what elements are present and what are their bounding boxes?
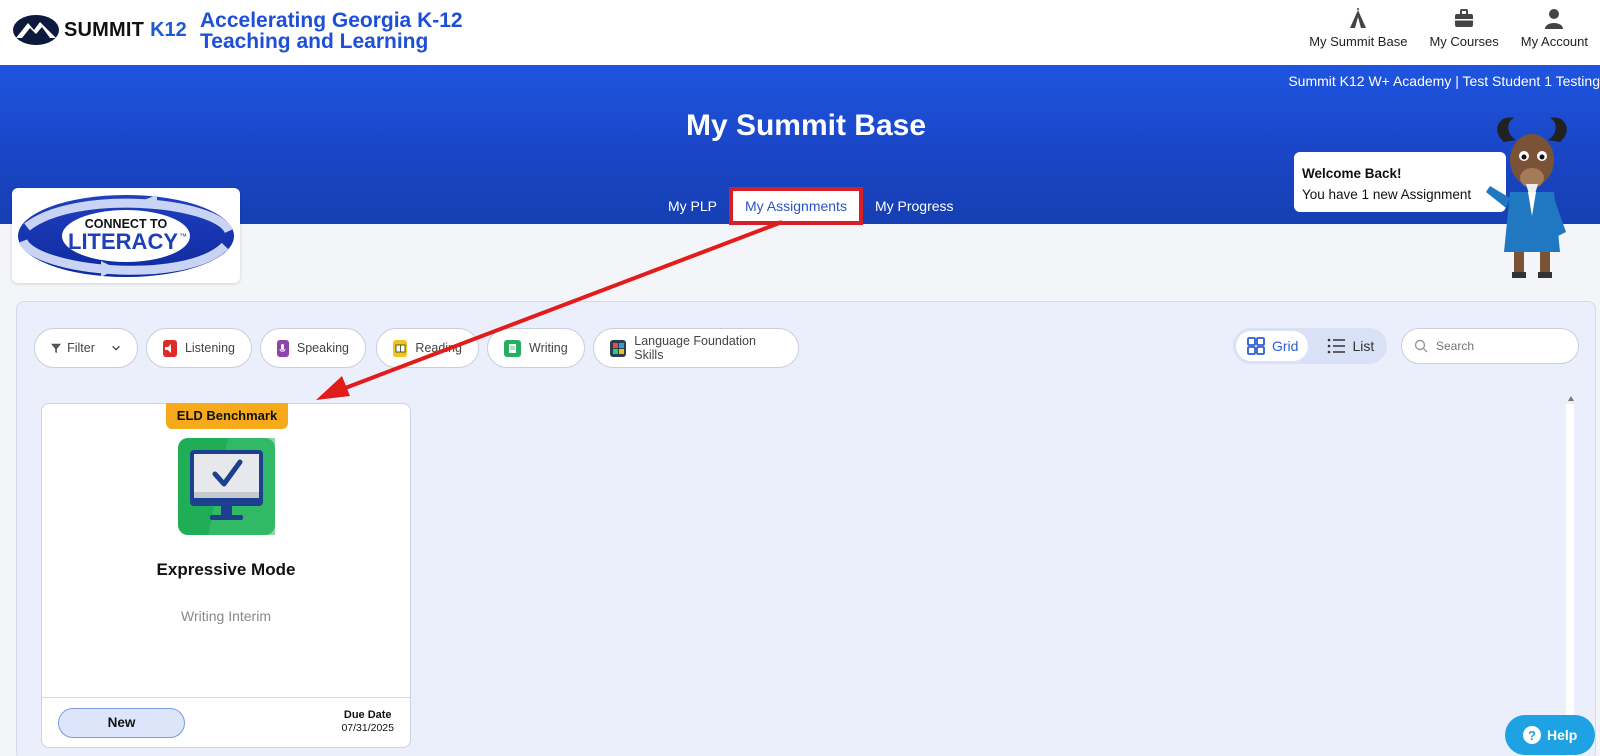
goat-mascot-icon	[1486, 117, 1567, 278]
help-label: Help	[1547, 727, 1578, 743]
user-school-info: Summit K12 W+ Academy | Test Student 1 T…	[1288, 73, 1600, 89]
briefcase-icon	[1455, 9, 1474, 27]
tab-my-assignments[interactable]: My Assignments	[729, 187, 863, 225]
nav-my-account[interactable]: My Account	[1521, 8, 1588, 49]
funnel-icon	[51, 343, 62, 354]
page-title: My Summit Base	[685, 109, 927, 142]
search-input[interactable]	[1436, 339, 1566, 353]
tab-my-progress[interactable]: My Progress	[867, 189, 962, 223]
logo-line-2: LITERACY	[68, 229, 178, 254]
chevron-down-icon	[112, 345, 120, 351]
tagline-line-1: Accelerating Georgia K-12	[200, 9, 463, 32]
grid-label: Grid	[1272, 338, 1299, 354]
welcome-title: Welcome Back!	[1302, 166, 1402, 181]
chip-reading[interactable]: Reading	[376, 328, 479, 368]
chip-listening[interactable]: Listening	[146, 328, 252, 368]
nav-my-summit-base[interactable]: My Summit Base	[1309, 8, 1407, 49]
filter-label: Filter	[67, 341, 95, 355]
nav-label: My Account	[1520, 34, 1588, 49]
brand-tagline: Accelerating Georgia K-12 Teaching and L…	[200, 10, 463, 52]
connect-to-literacy-logo: CONNECT TO LITERACY ™	[12, 188, 240, 283]
list-icon	[1328, 338, 1346, 354]
assignment-card[interactable]: ELD Benchmark Expressive Mode Writing In…	[41, 403, 411, 748]
top-header: SUMMIT K12 Accelerating Georgia K-12 Tea…	[0, 0, 1600, 65]
tab-my-plp[interactable]: My PLP	[660, 189, 725, 223]
due-date-value: 07/31/2025	[341, 722, 394, 734]
chip-label: Speaking	[296, 341, 349, 355]
chip-speaking[interactable]: Speaking	[260, 328, 366, 368]
nav-label: My Courses	[1429, 34, 1499, 49]
chip-writing[interactable]: Writing	[487, 328, 585, 368]
grid-icon	[1247, 337, 1265, 355]
view-toggle: Grid List	[1233, 328, 1387, 364]
tent-icon	[1350, 8, 1367, 28]
search-box	[1401, 328, 1579, 364]
tagline-line-2: Teaching and Learning	[200, 30, 429, 53]
search-icon	[1414, 339, 1428, 353]
list-view-button[interactable]: List	[1316, 331, 1384, 361]
status-badge: New	[58, 708, 185, 738]
mountain-logo-icon	[13, 15, 59, 45]
filter-dropdown[interactable]: Filter	[34, 328, 138, 368]
logo-tm: ™	[179, 232, 187, 241]
chip-label: Writing	[529, 341, 568, 355]
question-mark-icon: ?	[1523, 726, 1541, 744]
speaker-icon	[163, 339, 177, 357]
nav-my-courses[interactable]: My Courses	[1429, 8, 1499, 49]
book-icon	[393, 339, 408, 357]
nav-label: My Summit Base	[1309, 34, 1408, 49]
chip-language-foundation-skills[interactable]: Language Foundation Skills	[593, 328, 799, 368]
assignment-card-footer: New Due Date 07/31/2025	[42, 697, 410, 747]
notepad-icon	[504, 339, 521, 357]
help-button[interactable]: ? Help	[1505, 715, 1595, 755]
user-icon	[1545, 9, 1564, 29]
list-label: List	[1352, 338, 1375, 354]
top-nav: My Summit Base My Courses My Account	[1309, 8, 1588, 49]
welcome-text: You have 1 new Assignment	[1302, 187, 1472, 202]
chip-label: Language Foundation Skills	[634, 334, 756, 362]
due-date-label: Due Date	[343, 709, 392, 721]
grid-view-button[interactable]: Grid	[1236, 331, 1309, 361]
chip-label: Listening	[184, 341, 235, 355]
welcome-message: Welcome Back! You have 1 new Assignment	[1294, 152, 1506, 212]
assignment-subtitle: Writing Interim	[181, 608, 271, 624]
base-tabs: My PLP My Assignments My Progress	[660, 187, 962, 225]
summit-k12-logo[interactable]: SUMMIT K12	[12, 14, 187, 46]
scroll-up-arrow-icon[interactable]	[1568, 396, 1574, 401]
brand-summit-text: SUMMIT	[64, 18, 145, 41]
due-date: Due Date 07/31/2025	[341, 709, 394, 735]
brand-k12-text: K12	[150, 18, 187, 41]
assignment-title: Expressive Mode	[156, 560, 296, 579]
microphone-icon	[277, 339, 289, 357]
computer-check-icon	[178, 438, 275, 535]
literacy-logo-icon: CONNECT TO LITERACY ™	[18, 195, 234, 277]
blocks-icon	[610, 339, 627, 357]
assignment-type-badge: ELD Benchmark	[166, 403, 288, 429]
scrollbar[interactable]	[1566, 404, 1574, 756]
chip-label: Reading	[415, 341, 462, 355]
